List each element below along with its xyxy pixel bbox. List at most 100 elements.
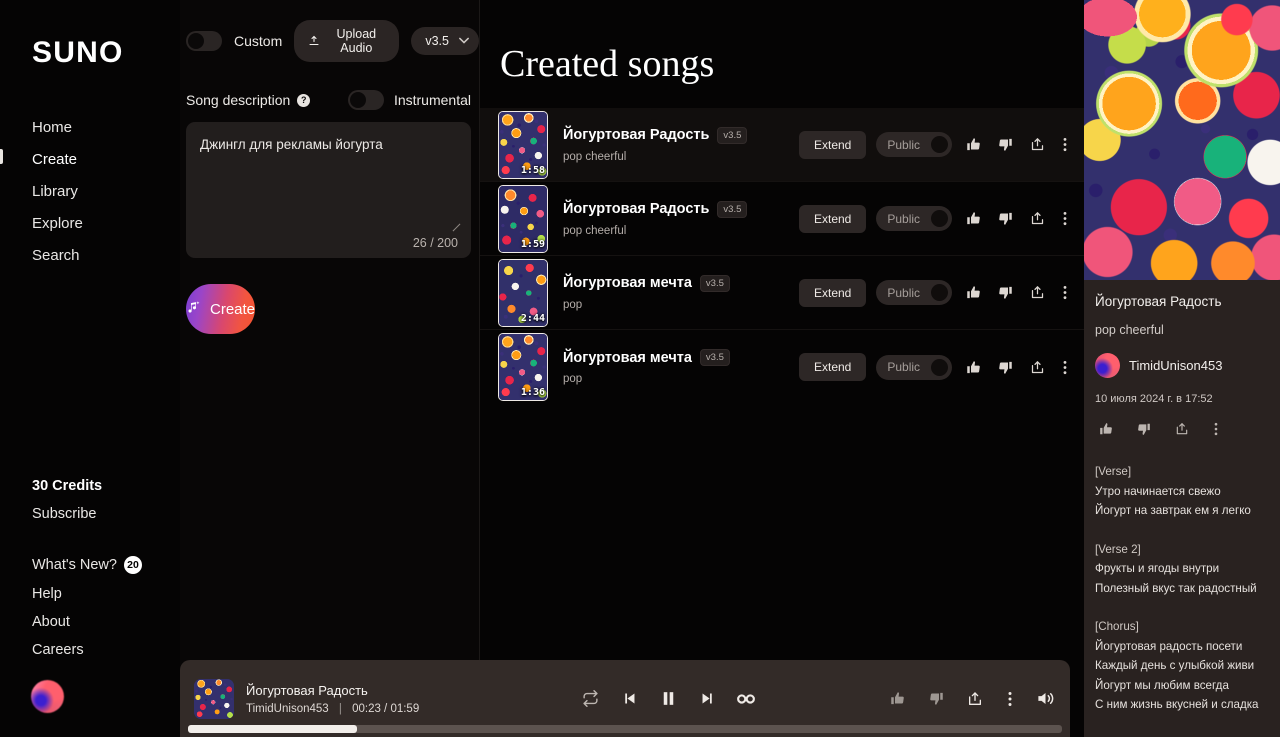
sidebar-item-library[interactable]: Library (0, 176, 180, 208)
primary-navigation: Home Create Library Explore Search (0, 112, 180, 272)
repeat-icon[interactable] (579, 688, 601, 710)
row-actions: Extend Public (799, 278, 1072, 307)
thumbs-up-icon[interactable] (962, 208, 984, 230)
thumbs-down-icon[interactable] (1133, 418, 1155, 440)
player-actions (886, 688, 1056, 710)
more-vertical-icon[interactable] (1058, 356, 1072, 378)
skip-next-icon[interactable] (696, 688, 718, 710)
thumbs-down-icon[interactable] (994, 356, 1016, 378)
lyrics-line: С ним жизнь вкусней и сладка (1095, 698, 1259, 711)
extend-button[interactable]: Extend (799, 353, 867, 381)
share-icon[interactable] (1026, 282, 1048, 304)
table-row[interactable]: 1:59 Йогуртовая Радость v3.5 pop cheerfu… (480, 182, 1084, 256)
pause-icon[interactable] (657, 688, 679, 710)
public-toggle[interactable]: Public (876, 280, 953, 305)
sidebar-item-explore[interactable]: Explore (0, 208, 180, 240)
song-thumbnail[interactable]: 2:44 (498, 258, 548, 327)
upload-audio-button[interactable]: Upload Audio (294, 20, 400, 62)
upload-audio-label: Upload Audio (336, 27, 377, 55)
table-row[interactable]: 1:58 Йогуртовая Радость v3.5 pop cheerfu… (480, 108, 1084, 182)
thumbs-up-icon[interactable] (962, 356, 984, 378)
custom-mode-toggle[interactable] (186, 31, 222, 51)
about-link[interactable]: About (0, 608, 180, 636)
sidebar-item-home[interactable]: Home (0, 112, 180, 144)
player-thumbnail[interactable] (194, 678, 234, 719)
skip-previous-icon[interactable] (618, 688, 640, 710)
thumbs-down-icon[interactable] (925, 688, 947, 710)
more-vertical-icon[interactable] (1058, 134, 1072, 156)
album-cover-art[interactable] (1084, 0, 1280, 280)
share-icon[interactable] (1026, 134, 1048, 156)
brand-logo[interactable]: SUNO (0, 0, 180, 70)
player-track-sub: TimidUnison453 | 00:23 / 01:59 (246, 703, 419, 715)
more-vertical-icon[interactable] (1209, 418, 1223, 440)
song-thumbnail[interactable]: 1:58 (498, 110, 548, 179)
thumbs-down-icon[interactable] (994, 282, 1016, 304)
thumbs-down-icon[interactable] (994, 134, 1016, 156)
public-toggle[interactable]: Public (876, 206, 953, 231)
player-controls (579, 688, 757, 710)
song-thumbnail[interactable]: 1:59 (498, 184, 548, 253)
credits-label: 30 Credits (32, 478, 103, 494)
more-vertical-icon[interactable] (1003, 688, 1017, 710)
player-progress-bar[interactable] (188, 725, 1062, 733)
public-toggle[interactable]: Public (876, 132, 953, 157)
whats-new-label: What's New? (32, 557, 117, 573)
toggle-knob (349, 92, 366, 108)
thumbs-down-icon[interactable] (994, 208, 1016, 230)
avatar[interactable] (31, 680, 64, 713)
extend-button[interactable]: Extend (799, 278, 867, 307)
subscribe-link[interactable]: Subscribe (0, 500, 180, 528)
public-toggle-label: Public (887, 285, 921, 300)
page-title: Created songs (500, 43, 715, 85)
thumbs-up-icon[interactable] (886, 688, 908, 710)
details-body: Йогуртовая Радость pop cheerful TimidUni… (1084, 280, 1280, 440)
careers-link[interactable]: Careers (0, 636, 180, 664)
whats-new-badge: 20 (123, 556, 142, 574)
upload-icon (308, 35, 320, 47)
row-actions: Extend Public (799, 204, 1072, 233)
public-toggle[interactable]: Public (876, 354, 953, 380)
model-version-select[interactable]: v3.5 (411, 27, 479, 55)
song-title: Йогуртовая мечта (563, 349, 692, 366)
resize-grip-icon[interactable] (452, 219, 461, 232)
table-row[interactable]: 1:36 Йогуртовая мечта v3.5 pop Extend Pu… (480, 330, 1084, 404)
song-title: Йогуртовая мечта (563, 275, 692, 291)
more-vertical-icon[interactable] (1058, 208, 1072, 230)
help-link[interactable]: Help (0, 580, 180, 608)
sidebar-item-search[interactable]: Search (0, 240, 180, 272)
share-icon[interactable] (1171, 418, 1193, 440)
player-progress-fill (188, 725, 357, 733)
question-mark-icon[interactable]: ? (297, 93, 311, 107)
whats-new-link[interactable]: What's New? 20 (0, 550, 180, 580)
song-meta: Йогуртовая Радость v3.5 pop cheerful (563, 200, 791, 237)
song-details-panel: Йогуртовая Радость pop cheerful TimidUni… (1084, 0, 1280, 737)
sidebar: SUNO Home Create Library Explore Search … (0, 0, 180, 737)
player-track-info: Йогуртовая Радость TimidUnison453 | 00:2… (246, 683, 419, 715)
song-thumbnail[interactable]: 1:36 (498, 333, 548, 401)
lyrics-line: [Verse 2] (1095, 542, 1141, 556)
song-duration: 1:36 (520, 387, 545, 398)
song-version-badge: v3.5 (717, 126, 748, 144)
song-description-label: Song description (186, 92, 291, 108)
extend-button[interactable]: Extend (799, 204, 867, 233)
instrumental-toggle[interactable] (347, 90, 384, 110)
share-icon[interactable] (1026, 356, 1048, 378)
details-date: 10 июля 2024 г. в 17:52 (1095, 393, 1213, 405)
thumbs-up-icon[interactable] (962, 282, 984, 304)
lyrics-line: Утро начинается свежо (1095, 484, 1221, 498)
share-icon[interactable] (964, 688, 986, 710)
more-vertical-icon[interactable] (1058, 282, 1072, 304)
extend-button[interactable]: Extend (799, 130, 867, 159)
thumbs-up-icon[interactable] (1095, 418, 1117, 440)
song-description-input[interactable]: Джингл для рекламы йогурта 26 / 200 (186, 122, 471, 258)
infinity-icon[interactable] (735, 688, 757, 710)
table-row[interactable]: 2:44 Йогуртовая мечта v3.5 pop Extend Pu… (480, 256, 1084, 330)
volume-icon[interactable] (1034, 688, 1056, 710)
share-icon[interactable] (1026, 208, 1048, 230)
create-button[interactable]: Create (186, 284, 256, 334)
details-author[interactable]: TimidUnison453 (1095, 353, 1269, 378)
sidebar-item-create[interactable]: Create (0, 144, 180, 176)
thumbs-up-icon[interactable] (962, 134, 984, 156)
create-toolbar: Custom Upload Audio v3.5 (180, 20, 479, 62)
